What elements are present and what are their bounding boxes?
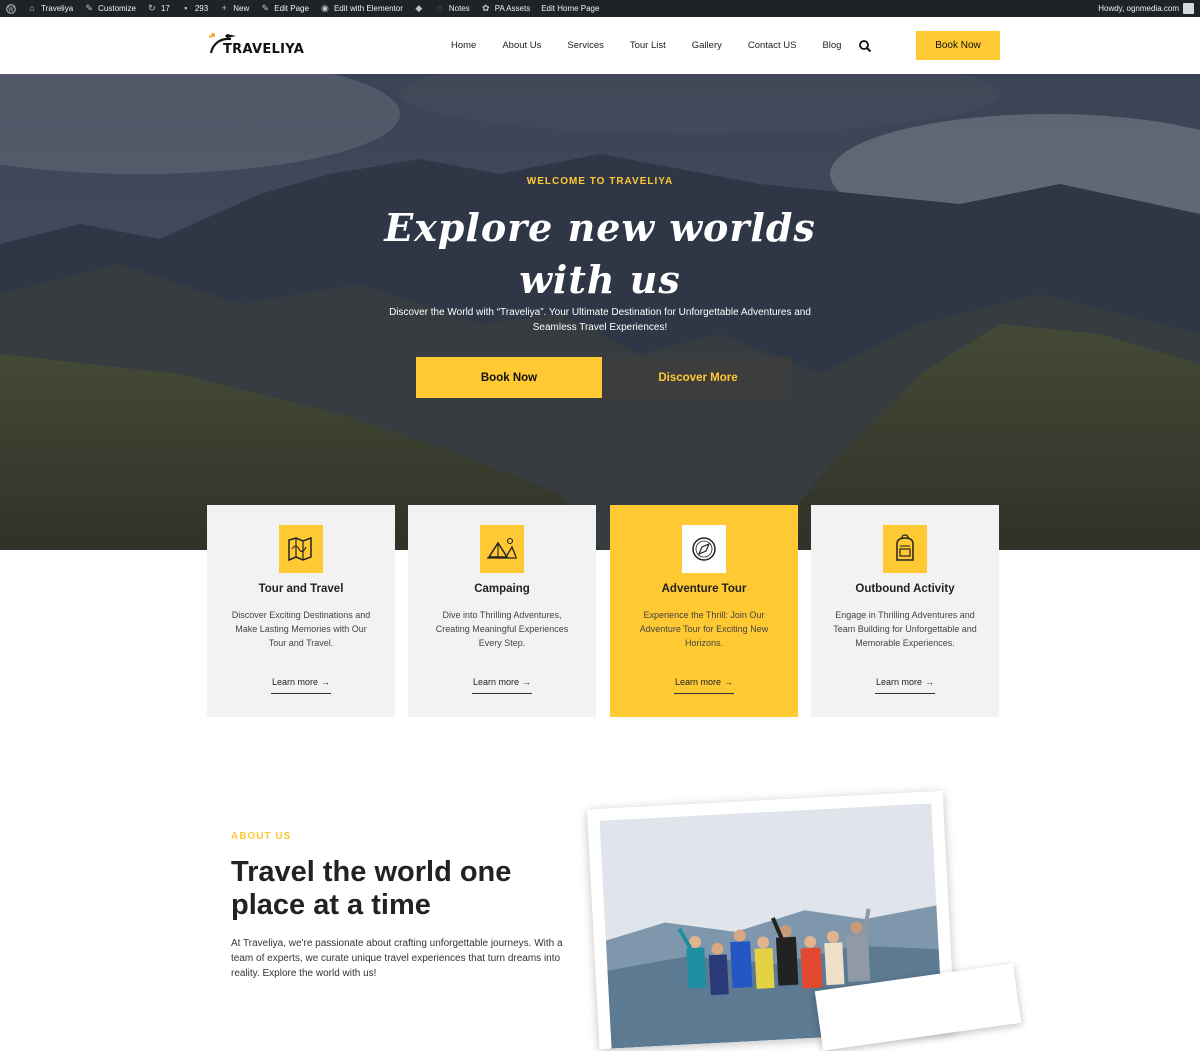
learn-more-label: Learn more [271,677,319,687]
service-title: Adventure Tour [661,583,747,595]
arrow-right-icon: → [522,677,532,687]
home-icon: ⌂ [29,3,35,13]
comments-item[interactable]: ▪ 293 [181,4,208,14]
brush-icon: ✎ [85,3,93,13]
nav-home[interactable]: Home [451,40,476,51]
diamond-icon: ◆ [415,3,423,13]
nav-blog[interactable]: Blog [822,40,841,51]
service-card-adventure-tour: Adventure Tour Experience the Thrill: Jo… [610,505,798,717]
updates-icon: ↻ [148,3,156,13]
edit-page-label: Edit Page [274,4,309,13]
site-logo[interactable]: TRAVELIYA [207,29,304,61]
learn-more-link[interactable]: Learn more → [472,677,532,694]
learn-more-link[interactable]: Learn more → [875,677,935,694]
wp-logo-item[interactable]: W [6,3,16,14]
service-description: Experience the Thrill: Join Our Adventur… [639,610,769,648]
nav-services[interactable]: Services [567,40,603,51]
service-description: Discover Exciting Destinations and Make … [231,610,371,648]
site-name-label: Traveliya [41,4,74,13]
pa-assets-item[interactable]: ✿ PA Assets [481,4,530,14]
logo-text: TRAVELIYA [223,42,305,57]
edit-page-item[interactable]: ✎ Edit Page [260,3,309,14]
service-title: Tour and Travel [258,583,344,595]
notes-label: Notes [448,4,470,13]
site-header: TRAVELIYA Home About Us Services Tour Li… [0,17,1200,74]
map-icon [279,525,323,573]
avatar [1183,3,1194,14]
service-card-campaing: Campaing Dive into Thrilling Adventures,… [408,505,596,717]
elementor-label: Edit with Elementor [333,4,403,13]
hero-eyebrow: WELCOME TO TRAVELIYA [526,176,674,187]
learn-more-label: Learn more [875,677,923,687]
nav-contact-us[interactable]: Contact US [748,40,797,51]
service-description: Dive into Thrilling Adventures, Creating… [435,610,569,648]
new-item[interactable]: + New [219,3,250,14]
arrow-right-icon: → [321,677,331,687]
arrow-right-icon: → [724,677,734,687]
wordpress-icon: W [6,3,16,14]
service-description: Engage in Thrilling Adventures and Team … [833,610,977,648]
updates-item[interactable]: ↻ 17 [147,4,170,14]
tent-icon [480,525,524,573]
wp-admin-bar: W ⌂ Traveliya ✎ Customize ↻ 17 ▪ 293 + N… [0,0,1200,17]
assets-icon: ✿ [481,3,490,13]
site-name-item[interactable]: ⌂ Traveliya [27,4,73,14]
new-label: New [233,4,250,13]
plus-icon: + [221,3,227,13]
howdy-label: Howdy, ognmedia.com [1098,4,1179,13]
account-menu[interactable]: Howdy, ognmedia.com [1098,3,1194,14]
edit-home-item[interactable]: Edit Home Page [541,4,599,13]
service-title: Outbound Activity [855,583,955,595]
nav-about-us[interactable]: About Us [502,40,541,51]
comment-icon: ▪ [184,3,188,13]
learn-more-label: Learn more [472,677,520,687]
about-title: Travel the world one place at a time [231,856,512,921]
service-card-outbound-activity: Outbound Activity Engage in Thrilling Ad… [811,505,999,717]
updates-count: 17 [160,4,170,13]
hero-title-line-1: Explore new worlds [384,205,816,250]
compass-icon [682,525,726,573]
notes-item[interactable]: ◌ Notes [435,4,470,14]
about-text: At Traveliya, we're passionate about cra… [231,938,563,979]
hero-discover-more-button[interactable]: Discover More [605,357,791,398]
nav-tour-list[interactable]: Tour List [630,40,666,51]
speech-bubble-icon: ◌ [437,3,443,13]
edit-home-label: Edit Home Page [541,4,600,13]
search-icon[interactable] [858,39,872,53]
hero-book-now-button[interactable]: Book Now [416,357,602,398]
diamond-item[interactable]: ◆ [414,4,424,14]
elementor-item[interactable]: ◉ Edit with Elementor [320,4,403,14]
header-book-now-button[interactable]: Book Now [916,31,1000,60]
elementor-icon: ◉ [321,3,329,13]
backpack-icon [883,525,927,573]
service-card-tour-travel: Tour and Travel Discover Exciting Destin… [207,505,395,717]
hero-title-line-2: with us [519,257,681,302]
arrow-right-icon: → [925,677,935,687]
learn-more-label: Learn more [674,677,722,687]
hero-subtitle: Discover the World with “Traveliya”. You… [389,307,811,333]
nav-gallery[interactable]: Gallery [692,40,722,51]
learn-more-link[interactable]: Learn more → [674,677,734,694]
hero-section: WELCOME TO TRAVELIYA Explore new worlds … [0,74,1200,550]
about-eyebrow: ABOUT US [231,831,292,842]
hero-title: Explore new worlds with us [300,202,900,306]
comments-count: 293 [194,4,209,13]
customize-label: Customize [98,4,136,13]
service-title: Campaing [474,583,530,595]
pencil-icon: ✎ [261,3,269,13]
pa-assets-label: PA Assets [494,4,531,13]
customize-item[interactable]: ✎ Customize [84,4,136,14]
learn-more-link[interactable]: Learn more → [271,677,331,694]
main-nav: Home About Us Services Tour List Gallery… [438,17,854,74]
svg-text:W: W [8,6,15,13]
